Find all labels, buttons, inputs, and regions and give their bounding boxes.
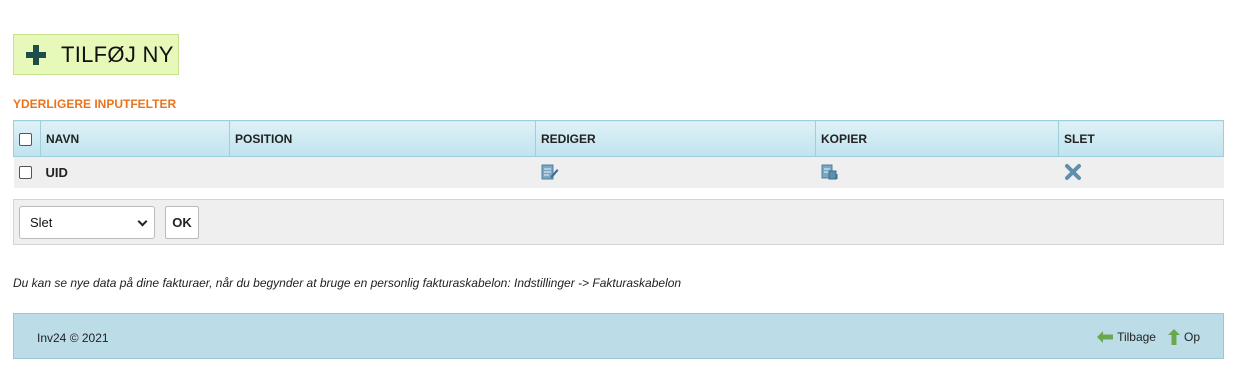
up-link[interactable]: Op <box>1167 329 1200 345</box>
info-text: Du kan se nye data på dine fakturaer, nå… <box>13 276 682 290</box>
table-row: UID <box>13 156 1224 188</box>
bulk-action-selected: Slet <box>30 215 53 230</box>
add-new-label: TILFØJ NY <box>61 41 174 67</box>
header-copy: KOPIER <box>815 120 1059 157</box>
add-new-button[interactable]: TILFØJ NY <box>13 34 179 75</box>
edit-icon[interactable] <box>541 164 559 180</box>
header-select-all <box>13 120 41 157</box>
up-label: Op <box>1183 330 1200 344</box>
bulk-action-bar: Slet OK <box>13 199 1224 245</box>
section-title: YDERLIGERE INPUTFELTER <box>13 97 177 111</box>
ok-button[interactable]: OK <box>165 206 199 239</box>
header-position[interactable]: POSITION <box>229 120 536 157</box>
back-label: Tilbage <box>1117 330 1156 344</box>
header-delete: SLET <box>1058 120 1224 157</box>
chevron-down-icon <box>137 216 148 227</box>
footer-copyright: Inv24 © 2021 <box>37 331 109 345</box>
arrow-up-icon <box>1167 329 1180 345</box>
bulk-action-select[interactable]: Slet <box>19 206 155 239</box>
plus-icon <box>26 44 46 65</box>
row-name: UID <box>40 156 230 188</box>
back-link[interactable]: Tilbage <box>1097 330 1156 344</box>
arrow-left-icon <box>1097 331 1114 343</box>
row-delete-cell <box>1058 156 1224 188</box>
row-edit-cell <box>535 156 816 188</box>
copy-icon[interactable] <box>821 164 839 180</box>
table-header-row: NAVN POSITION REDIGER KOPIER SLET <box>13 120 1224 157</box>
row-checkbox[interactable] <box>18 166 32 180</box>
row-select-cell <box>13 156 41 188</box>
row-position <box>229 156 536 188</box>
row-copy-cell <box>815 156 1059 188</box>
delete-x-icon[interactable] <box>1064 163 1082 181</box>
select-all-checkbox[interactable] <box>19 132 32 146</box>
header-edit: REDIGER <box>535 120 816 157</box>
footer-nav: Tilbage Op <box>1085 329 1200 345</box>
fields-table: NAVN POSITION REDIGER KOPIER SLET UID <box>13 120 1224 188</box>
footer: Inv24 © 2021 Tilbage Op <box>13 313 1224 359</box>
header-name[interactable]: NAVN <box>40 120 230 157</box>
